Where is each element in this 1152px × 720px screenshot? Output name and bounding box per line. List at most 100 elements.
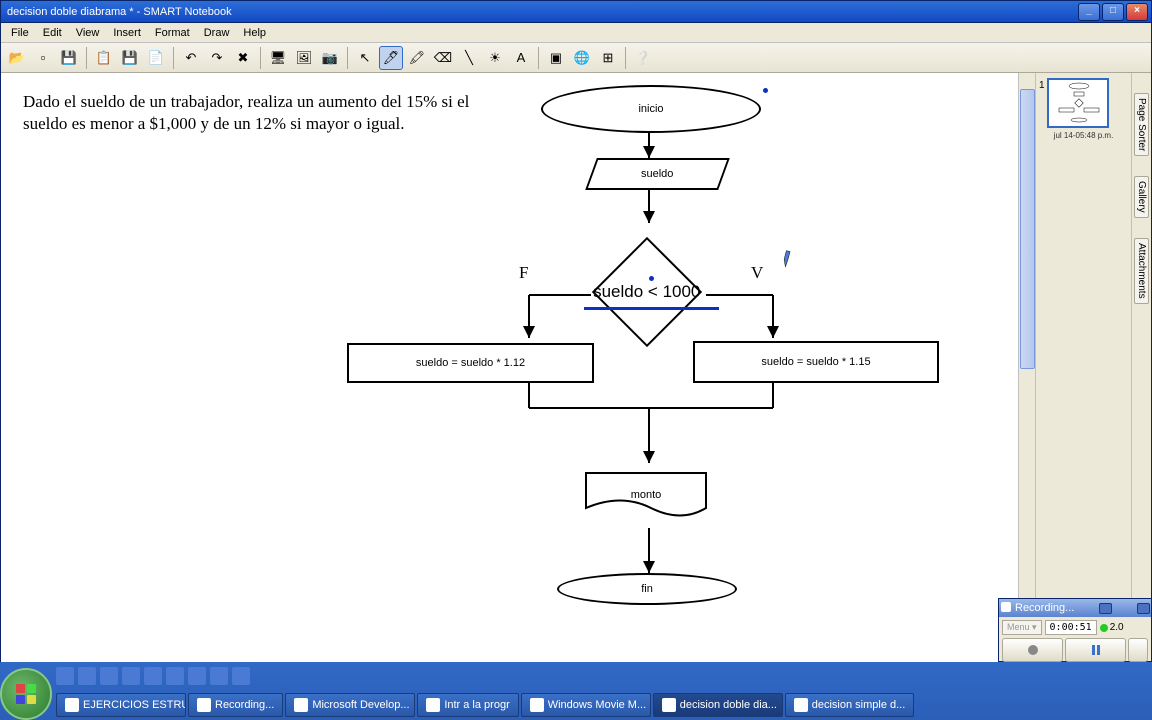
title-bar[interactable]: decision doble diabrama * - SMART Notebo… (1, 1, 1151, 23)
rec-menu-button[interactable]: Menu ▾ (1002, 620, 1042, 635)
ql-icon[interactable] (232, 667, 250, 685)
menu-file[interactable]: File (5, 25, 35, 41)
ql-icon[interactable] (56, 667, 74, 685)
separator (538, 47, 539, 69)
toolbar: 📂 ▫ 💾 📋 💾 📄 ↶ ↷ ✖ 🖥 🖼 📷 ↖ 🖊 🖍 ⌫ ╲ ☀ A ▣ … (1, 43, 1151, 73)
label-false: F (519, 263, 528, 283)
minimize-button[interactable]: _ (1078, 3, 1100, 21)
page-sorter-panel: jul 14-05:48 p.m. (1035, 73, 1131, 663)
separator (260, 47, 261, 69)
line-icon[interactable]: ╲ (457, 46, 481, 70)
flow-output[interactable]: monto (581, 468, 711, 528)
rec-stop-button[interactable] (1002, 638, 1063, 662)
ql-icon[interactable] (210, 667, 228, 685)
task-item-active[interactable]: decision doble dia... (653, 693, 783, 717)
quick-launch (0, 662, 1152, 690)
close-button[interactable]: × (1126, 3, 1148, 21)
fill-icon[interactable]: ▣ (544, 46, 568, 70)
save2-icon[interactable]: 💾 (118, 46, 142, 70)
capture-icon[interactable]: 🖼 (292, 46, 316, 70)
paste-icon[interactable]: 📋 (92, 46, 116, 70)
new-icon[interactable]: ▫ (31, 46, 55, 70)
start-button[interactable] (0, 668, 52, 720)
tab-page-sorter[interactable]: Page Sorter (1134, 93, 1149, 156)
eraser-icon[interactable]: ⌫ (431, 46, 455, 70)
menu-edit[interactable]: Edit (37, 25, 68, 41)
text-icon[interactable]: A (509, 46, 533, 70)
maximize-button[interactable]: □ (1102, 3, 1124, 21)
task-item[interactable]: decision simple d... (785, 693, 915, 717)
menu-help[interactable]: Help (237, 25, 272, 41)
ql-icon[interactable] (78, 667, 96, 685)
screen-icon[interactable]: 🖥 (266, 46, 290, 70)
separator (86, 47, 87, 69)
rec-time: 0:00:51 (1045, 620, 1097, 635)
document-icon[interactable]: 📄 (144, 46, 168, 70)
flow-true-process[interactable]: sueldo = sueldo * 1.15 (693, 341, 939, 383)
app-window: decision doble diabrama * - SMART Notebo… (0, 0, 1152, 662)
svg-text:monto: monto (631, 489, 662, 501)
pen-icon[interactable]: 🖊 (379, 46, 403, 70)
undo-icon[interactable]: ↶ (179, 46, 203, 70)
menu-insert[interactable]: Insert (107, 25, 147, 41)
rec-min-button[interactable] (1099, 603, 1112, 614)
menu-draw[interactable]: Draw (198, 25, 236, 41)
task-item[interactable]: Recording... (188, 693, 283, 717)
ql-icon[interactable] (144, 667, 162, 685)
separator (347, 47, 348, 69)
page-thumbnail[interactable] (1047, 78, 1109, 128)
delete-icon[interactable]: ✖ (231, 46, 255, 70)
marker-icon[interactable]: 🖍 (405, 46, 429, 70)
tab-attachments[interactable]: Attachments (1134, 238, 1149, 304)
rec-close-button[interactable] (1137, 603, 1150, 614)
task-item[interactable]: Windows Movie M... (521, 693, 651, 717)
scroll-thumb[interactable] (1020, 89, 1035, 369)
rec-speed: 2.0 (1100, 622, 1124, 633)
separator (625, 47, 626, 69)
camera-icon[interactable]: 📷 (318, 46, 342, 70)
task-item[interactable]: EJERCICIOS ESTRU... (56, 693, 186, 717)
flow-input[interactable]: sueldo (585, 158, 730, 190)
tab-gallery[interactable]: Gallery (1134, 176, 1149, 218)
recording-title: Recording... (1015, 602, 1074, 614)
recording-window[interactable]: Recording... Menu ▾ 0:00:51 2.0 (998, 598, 1152, 662)
problem-text[interactable]: Dado el sueldo de un trabajador, realiza… (23, 91, 503, 135)
canvas-area[interactable]: Dado el sueldo de un trabajador, realiza… (1, 73, 1018, 663)
window-buttons: _ □ × (1078, 3, 1148, 21)
ql-icon[interactable] (188, 667, 206, 685)
task-item[interactable]: Intr a la progr (417, 693, 518, 717)
pen-cursor-icon (776, 245, 801, 270)
table-icon[interactable]: ⊞ (596, 46, 620, 70)
menu-format[interactable]: Format (149, 25, 196, 41)
select-icon[interactable]: ↖ (353, 46, 377, 70)
pen-stroke (584, 307, 719, 310)
flow-false-process[interactable]: sueldo = sueldo * 1.12 (347, 343, 594, 383)
task-buttons: EJERCICIOS ESTRU... Recording... Microso… (0, 690, 1152, 720)
flow-decision[interactable]: sueldo < 1000 (592, 237, 702, 347)
pen-dot (649, 276, 654, 281)
save-icon[interactable]: 💾 (57, 46, 81, 70)
thumbnail-date: jul 14-05:48 p.m. (1041, 131, 1126, 140)
ql-icon[interactable] (166, 667, 184, 685)
task-item[interactable]: Microsoft Develop... (285, 693, 415, 717)
pen-dot (763, 88, 768, 93)
vertical-scrollbar[interactable] (1018, 73, 1035, 663)
flow-end[interactable]: fin (557, 573, 737, 605)
ql-icon[interactable] (122, 667, 140, 685)
workspace: Dado el sueldo de un trabajador, realiza… (1, 73, 1151, 663)
rec-pause-button[interactable] (1065, 638, 1126, 662)
canvas[interactable]: Dado el sueldo de un trabajador, realiza… (1, 73, 991, 663)
redo-icon[interactable]: ↷ (205, 46, 229, 70)
recording-titlebar[interactable]: Recording... (999, 599, 1151, 617)
rec-next-button[interactable] (1128, 638, 1148, 662)
menu-view[interactable]: View (70, 25, 106, 41)
separator (173, 47, 174, 69)
open-icon[interactable]: 📂 (5, 46, 29, 70)
taskbar: EJERCICIOS ESTRU... Recording... Microso… (0, 662, 1152, 720)
flow-start[interactable]: inicio (541, 85, 761, 133)
shape-icon[interactable]: ☀ (483, 46, 507, 70)
recording-body: Menu ▾ 0:00:51 2.0 (999, 617, 1151, 665)
ql-icon[interactable] (100, 667, 118, 685)
help-icon[interactable]: ❔ (631, 46, 655, 70)
globe-icon[interactable]: 🌐 (570, 46, 594, 70)
